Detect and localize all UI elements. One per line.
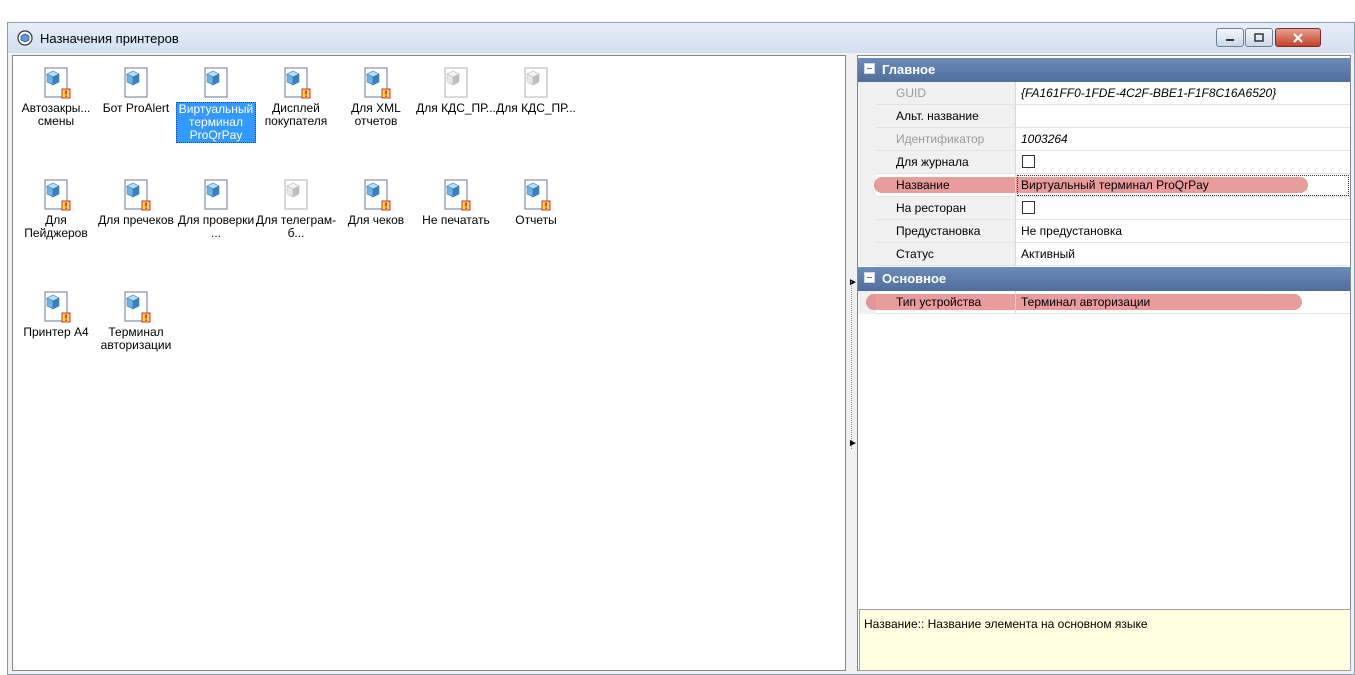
- printer-warning-icon: [359, 65, 393, 101]
- window-title: Назначения принтеров: [40, 31, 179, 46]
- list-item[interactable]: Для телеграм-б...: [253, 174, 339, 254]
- printer-destination-icon: [17, 30, 33, 46]
- printer-icon: [199, 65, 233, 101]
- list-item[interactable]: Дисплей покупателя: [253, 62, 339, 142]
- item-label: Дисплей покупателя: [264, 101, 328, 128]
- printer-disabled-icon: [519, 65, 553, 101]
- focus-rect: [1017, 175, 1349, 196]
- list-item[interactable]: Для XML отчетов: [333, 62, 419, 142]
- printer-disabled-icon: [439, 65, 473, 101]
- item-label: Для пречеков: [98, 213, 174, 227]
- list-item[interactable]: Автозакры... смены: [13, 62, 99, 142]
- property-row-id[interactable]: Идентификатор 1003264: [858, 128, 1350, 151]
- property-name: Предустановка: [876, 220, 1016, 242]
- item-label: Терминал авторизации: [100, 325, 172, 352]
- printer-icon: [199, 177, 233, 213]
- property-grid[interactable]: Главное GUID {FA161FF0-1FDE-4C2F-BBE1-F1…: [857, 55, 1351, 671]
- list-item[interactable]: Для Пейджеров: [13, 174, 99, 254]
- property-name: На ресторан: [876, 197, 1016, 219]
- property-row-guid[interactable]: GUID {FA161FF0-1FDE-4C2F-BBE1-F1F8C16A65…: [858, 82, 1350, 105]
- property-name: Идентификатор: [876, 128, 1016, 150]
- list-item[interactable]: Для проверки ...: [173, 174, 259, 254]
- property-row-device-type[interactable]: Тип устройства Терминал авторизации: [858, 291, 1350, 314]
- splitter-grip: [851, 281, 852, 449]
- minimize-icon: [1226, 38, 1234, 41]
- property-name: Название: [876, 174, 1016, 196]
- list-item[interactable]: Терминал авторизации: [93, 286, 179, 366]
- title-bar[interactable]: Назначения принтеров: [8, 23, 1354, 53]
- property-value[interactable]: Терминал авторизации: [1017, 291, 1350, 317]
- property-row-status[interactable]: Статус Активный: [858, 243, 1350, 266]
- item-label: Для телеграм-б...: [255, 213, 337, 240]
- property-name: Статус: [876, 243, 1016, 265]
- minimize-button[interactable]: [1216, 28, 1244, 47]
- property-name: GUID: [876, 82, 1016, 104]
- category-title: Основное: [882, 271, 947, 286]
- list-item[interactable]: Не печатать: [413, 174, 499, 254]
- journal-checkbox[interactable]: [1022, 155, 1035, 168]
- item-label: Для проверки ...: [177, 213, 255, 240]
- item-label: Принтер А4: [23, 325, 89, 339]
- printer-warning-icon: [439, 177, 473, 213]
- property-row-preset[interactable]: Предустановка Не предустановка: [858, 220, 1350, 243]
- item-label: Виртуальный терминал ProQrPay: [176, 102, 256, 143]
- list-item[interactable]: Для чеков: [333, 174, 419, 254]
- description-panel: Название:: Название элемента на основном…: [859, 609, 1351, 671]
- printer-warning-icon: [519, 177, 553, 213]
- close-icon: [1293, 32, 1303, 43]
- printer-warning-icon: [119, 289, 153, 325]
- property-value[interactable]: Активный: [1017, 243, 1350, 269]
- item-label: Для КДС_ПР...: [416, 101, 496, 115]
- property-row-alt-name[interactable]: Альт. название: [858, 105, 1350, 128]
- item-label: Для Пейджеров: [24, 213, 88, 240]
- list-item[interactable]: Бот ProAlert: [93, 62, 179, 142]
- description-text: Название:: Название элемента на основном…: [864, 617, 1148, 631]
- category-title: Главное: [882, 62, 936, 77]
- list-item[interactable]: Для КДС_ПР...: [493, 62, 579, 142]
- printer-warning-icon: [39, 289, 73, 325]
- list-item[interactable]: Для пречеков: [93, 174, 179, 254]
- property-row-restaurant[interactable]: На ресторан: [858, 197, 1350, 220]
- collapse-icon[interactable]: [864, 272, 875, 283]
- printer-destinations-window: Назначения принтеров Автозакры... смены …: [7, 22, 1355, 675]
- category-header-main[interactable]: Главное: [858, 58, 1350, 82]
- item-label: Для XML отчетов: [351, 101, 401, 128]
- property-row-journal[interactable]: Для журнала: [858, 151, 1350, 174]
- category-header-basic[interactable]: Основное: [858, 267, 1350, 291]
- item-label: Для чеков: [347, 213, 405, 227]
- item-label: Автозакры... смены: [21, 101, 91, 128]
- property-name: Альт. название: [876, 105, 1016, 127]
- list-item[interactable]: Принтер А4: [13, 286, 99, 366]
- property-row-title[interactable]: Название Виртуальный терминал ProQrPay: [858, 174, 1350, 197]
- printer-warning-icon: [39, 177, 73, 213]
- item-label: Отчеты: [515, 213, 557, 227]
- printer-icon-list[interactable]: Автозакры... смены Бот ProAlert Виртуаль…: [12, 55, 846, 671]
- item-label: Для КДС_ПР...: [496, 101, 576, 115]
- pane-splitter[interactable]: ► ►: [848, 55, 858, 671]
- list-item-selected[interactable]: Виртуальный терминал ProQrPay: [173, 62, 259, 143]
- collapse-icon[interactable]: [864, 63, 875, 74]
- item-label: Бот ProAlert: [102, 101, 170, 115]
- property-name: Тип устройства: [876, 291, 1016, 313]
- restaurant-checkbox[interactable]: [1022, 201, 1035, 214]
- printer-warning-icon: [39, 65, 73, 101]
- close-button[interactable]: [1275, 28, 1321, 47]
- list-item[interactable]: Для КДС_ПР...: [413, 62, 499, 142]
- printer-icon: [119, 65, 153, 101]
- maximize-button[interactable]: [1245, 28, 1273, 47]
- printer-warning-icon: [359, 177, 393, 213]
- maximize-icon: [1254, 32, 1264, 42]
- printer-warning-icon: [279, 65, 313, 101]
- list-item[interactable]: Отчеты: [493, 174, 579, 254]
- property-name: Для журнала: [876, 151, 1016, 173]
- item-label: Не печатать: [422, 213, 490, 227]
- printer-warning-icon: [119, 177, 153, 213]
- printer-disabled-icon: [279, 177, 313, 213]
